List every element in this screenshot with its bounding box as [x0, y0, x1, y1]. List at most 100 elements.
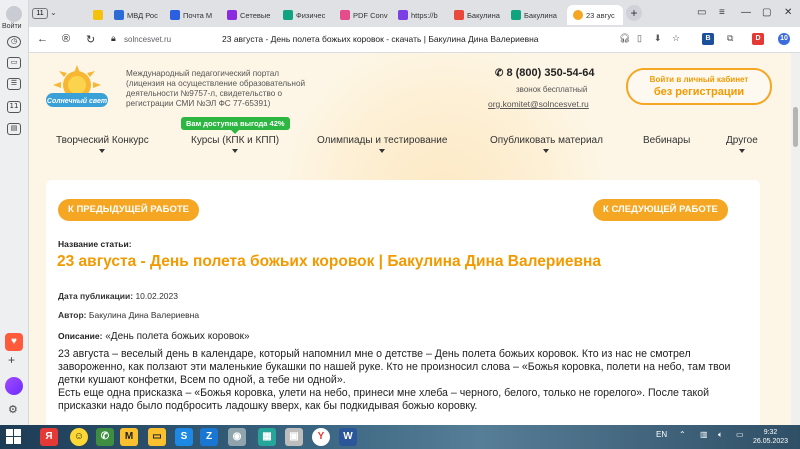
history-icon[interactable]: ◷ [7, 36, 21, 48]
star-icon[interactable]: ☆ [672, 33, 680, 44]
screen-app-icon[interactable]: ▣ [285, 428, 303, 446]
skype-app-icon[interactable]: S [175, 428, 193, 446]
smile-app-icon[interactable]: ☺ [70, 428, 88, 446]
refresh-icon[interactable]: ↻ [86, 33, 95, 46]
site-logo[interactable]: Солнечный свет [43, 65, 111, 115]
profile-login-label[interactable]: Войти [2, 23, 22, 30]
settings-icon[interactable]: ⚙ [8, 403, 18, 416]
tab-label: https://b [411, 10, 438, 20]
page-viewport: Солнечный свет Международный педагогичес… [29, 53, 791, 425]
chevron-up-icon[interactable]: ⌃ [679, 430, 686, 439]
tab-label: Сетевые [240, 10, 271, 20]
tab-label: Бакулина [524, 10, 557, 20]
tab-3[interactable]: Почта М [170, 5, 222, 25]
logo-text: Солнечный свет [47, 97, 107, 105]
article-body: 23 августа – веселый день в календаре, к… [58, 348, 758, 413]
yandex-browser-icon[interactable]: Y [312, 428, 330, 446]
alice-assistant-icon[interactable] [5, 377, 23, 395]
scrollbar-thumb[interactable] [793, 107, 798, 147]
tab-6[interactable]: PDF Conv [340, 5, 395, 25]
tab-favicon [573, 10, 583, 20]
lock-icon: 🔒︎ [111, 33, 116, 43]
profile-avatar[interactable] [6, 6, 22, 22]
tab-list-chevron-icon[interactable]: ⌄ [50, 8, 57, 17]
nav-item-contest[interactable]: Творческий Конкурс [56, 135, 149, 153]
translate-icon[interactable]: ⧉ [727, 33, 733, 44]
tab-9[interactable]: Бакулина [511, 5, 566, 25]
word-app-icon[interactable]: W [339, 428, 357, 446]
notes-icon[interactable]: ☰ [7, 78, 21, 90]
contact-email-link[interactable]: org.komitet@solncesvet.ru [488, 99, 589, 109]
yandex-app-icon[interactable]: Я [40, 428, 58, 446]
author-value: Бакулина Дина Валериевна [88, 310, 200, 320]
body-paragraph: Есть еще одна присказка – «Божья коровка… [58, 387, 710, 412]
author-label: Автор: [58, 310, 87, 320]
tab-label: МВД Рос [127, 10, 158, 20]
phone-app-icon[interactable]: ✆ [96, 428, 114, 446]
windows-start-icon[interactable] [6, 429, 22, 445]
nav-item-other[interactable]: Другое [726, 135, 758, 153]
tab-8[interactable]: Бакулина [454, 5, 508, 25]
tab-favicon [398, 10, 408, 20]
phone-number[interactable]: ✆ 8 (800) 350-54-64 [495, 67, 595, 79]
add-icon[interactable]: + [8, 353, 15, 367]
maximize-icon[interactable]: ▢ [762, 7, 771, 18]
protect-icon[interactable]: ® [62, 33, 70, 45]
market-app-icon[interactable]: М [120, 428, 138, 446]
bookmark-icon[interactable]: ▭ [697, 7, 706, 18]
clock[interactable]: 9:32 26.05.2023 [753, 428, 788, 446]
nav-label: Курсы (КПК и КПП) [191, 135, 280, 146]
login-cabinet-button[interactable]: Войти в личный кабинет без регистрации [626, 68, 772, 105]
pdf-extension-icon[interactable]: D [752, 33, 764, 45]
promo-badge: Вам доступна выгода 42% [181, 117, 290, 134]
tab-4[interactable]: Сетевые [227, 5, 279, 25]
extension-badge-icon[interactable]: 10 [778, 33, 790, 45]
tab-favicon [340, 10, 350, 20]
menu-icon[interactable]: ≡ [719, 7, 725, 18]
language-indicator[interactable]: EN [656, 430, 667, 439]
battery-icon[interactable]: ▭ [736, 430, 744, 439]
reader-icon[interactable]: ▯ [637, 33, 642, 44]
page-scrollbar[interactable] [791, 53, 800, 425]
tab-2[interactable]: МВД Рос [114, 5, 166, 25]
prev-work-button[interactable]: К ПРЕДЫДУЩЕЙ РАБОТЕ [58, 199, 200, 221]
network-icon[interactable]: ▥ [700, 430, 708, 439]
tab-favicon [93, 10, 103, 20]
favorites-icon[interactable]: ♥ [5, 333, 23, 351]
zoom-app-icon[interactable]: Z [200, 428, 218, 446]
spreadsheet-app-icon[interactable]: ▦ [258, 428, 276, 446]
files-app-icon[interactable]: ▭ [148, 428, 166, 446]
minimize-icon[interactable]: — [741, 7, 751, 18]
tab-5[interactable]: Физичес [283, 5, 335, 25]
downloads-icon[interactable]: ⬇ [654, 33, 662, 44]
headphones-icon[interactable]: 🎧︎ [619, 33, 630, 44]
tab-favicon [511, 10, 521, 20]
tab-active[interactable]: 23 авгус [567, 5, 623, 25]
nav-item-webinars[interactable]: Вебинары [643, 135, 690, 146]
nav-item-courses[interactable]: Курсы (КПК и КПП) [191, 135, 279, 153]
new-tab-button[interactable]: + [626, 5, 642, 21]
next-work-button[interactable]: К СЛЕДУЮЩЕЙ РАБОТЕ [593, 199, 728, 221]
cabinet-line1: Войти в личный кабинет [649, 75, 749, 84]
back-icon[interactable]: ← [37, 33, 48, 45]
tab-count-badge[interactable]: 11 [32, 8, 48, 19]
close-icon[interactable]: ✕ [784, 7, 792, 18]
tab-1[interactable] [93, 5, 115, 25]
nav-label: Другое [726, 135, 758, 146]
collections-icon[interactable]: ▤ [7, 123, 21, 135]
publication-date: Дата публикации: 10.02.2023 [58, 291, 178, 301]
url-field[interactable]: solncesvet.ru [124, 31, 221, 48]
nav-label: Вебинары [643, 135, 691, 146]
tab-7[interactable]: https://b [398, 5, 450, 25]
clock-time: 9:32 [763, 429, 778, 436]
phone-text: 8 (800) 350-54-64 [506, 67, 595, 79]
eye-app-icon[interactable]: ◉ [228, 428, 246, 446]
nav-item-olympiads[interactable]: Олимпиады и тестирование [317, 135, 447, 153]
vk-extension-icon[interactable]: В [702, 33, 714, 45]
calendar-icon[interactable]: 11 [7, 101, 21, 113]
body-paragraph: 23 августа – веселый день в календаре, к… [58, 348, 731, 386]
volume-icon[interactable]: 🔈︎ [718, 430, 723, 440]
nav-item-publish[interactable]: Опубликовать материал [490, 135, 603, 153]
tabs-icon[interactable]: ▭ [7, 57, 21, 69]
page-title-text: 23 августа - День полета божьих коровок … [222, 34, 539, 44]
